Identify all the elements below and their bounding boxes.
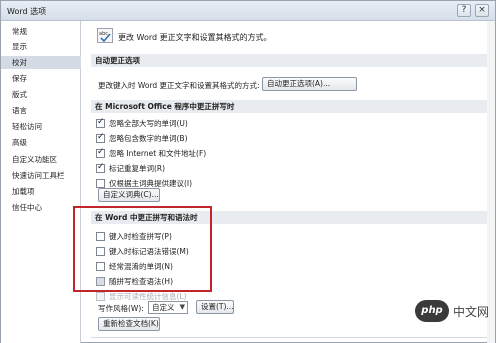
proofing-panel: abc 更改 Word 更正文字和设置其格式的方式。 自动更正选项 更改键入时 … — [82, 21, 496, 343]
sidebar-item-quick-access-toolbar[interactable]: 快速访问工具栏 — [1, 169, 81, 182]
ignore-uppercase-label: 忽略全部大写的单词(U) — [109, 119, 188, 128]
window-title: Word 选项 — [7, 7, 47, 16]
autocorrect-options-button[interactable]: 自动更正选项(A)... — [262, 77, 357, 91]
options-sidebar: 常规 显示 校对 保存 版式 语言 轻松访问 高级 自定义功能区 快速访问工具栏… — [1, 21, 81, 343]
php-logo: php — [415, 300, 449, 322]
sidebar-item-advanced[interactable]: 高级 — [1, 136, 81, 149]
ignore-uppercase-checkbox[interactable] — [96, 117, 105, 128]
autocorrect-section-heading: 自动更正选项 — [91, 54, 489, 67]
sidebar-item-addins[interactable]: 加载项 — [1, 185, 81, 198]
abc-check-icon: abc — [97, 28, 113, 43]
office-spelling-section-heading: 在 Microsoft Office 程序中更正拼写时 — [91, 100, 489, 113]
sidebar-item-proofing[interactable]: 校对 — [1, 56, 81, 69]
intro-text: 更改 Word 更正文字和设置其格式的方式。 — [118, 33, 272, 42]
sidebar-item-save[interactable]: 保存 — [1, 72, 81, 85]
custom-dictionaries-button[interactable]: 自定义词典(C)... — [98, 188, 160, 202]
sidebar-item-language[interactable]: 语言 — [1, 104, 81, 117]
svg-text:abc: abc — [99, 31, 108, 37]
sidebar-item-trust-center[interactable]: 信任中心 — [1, 201, 81, 214]
flag-repeated-label: 标记重复单词(R) — [109, 164, 166, 173]
highlight-annotation-box — [73, 206, 212, 292]
flag-repeated-checkbox[interactable] — [96, 162, 105, 173]
ignore-internet-label: 忽略 Internet 和文件地址(F) — [109, 149, 207, 158]
title-bar: Word 选项 ? × — [1, 1, 495, 21]
sidebar-item-customize-ribbon[interactable]: 自定义功能区 — [1, 153, 81, 166]
recheck-document-button[interactable]: 重新检查文档(K) — [98, 317, 160, 331]
main-dictionary-checkbox[interactable] — [96, 179, 105, 188]
writing-style-value: 自定义 — [152, 303, 175, 312]
sidebar-item-layout[interactable]: 版式 — [1, 88, 81, 101]
settings-button[interactable]: 设置(T)... — [196, 300, 234, 314]
vertical-scrollbar[interactable] — [487, 21, 495, 343]
chevron-down-icon: ▼ — [179, 303, 185, 311]
writing-style-label: 写作风格(W): — [98, 304, 144, 313]
sidebar-item-accessibility[interactable]: 轻松访问 — [1, 120, 81, 133]
ignore-numbers-label: 忽略包含数字的单词(B) — [109, 134, 188, 143]
autocorrect-description: 更改键入时 Word 更正文字和设置其格式的方式: — [98, 81, 260, 90]
help-button[interactable]: ? — [457, 4, 471, 17]
watermark-text: 中文网 — [453, 305, 490, 319]
word-options-window: Word 选项 ? × 常规 显示 校对 保存 版式 语言 轻松访问 高级 自定… — [0, 0, 496, 343]
writing-style-select[interactable]: 自定义 ▼ — [148, 301, 188, 314]
sidebar-item-display[interactable]: 显示 — [1, 40, 81, 53]
bottom-divider — [91, 337, 489, 338]
site-watermark: php 中文网 — [415, 300, 491, 324]
ignore-numbers-checkbox[interactable] — [96, 132, 105, 143]
close-button[interactable]: × — [475, 4, 489, 17]
readability-checkbox — [96, 292, 105, 301]
ignore-internet-checkbox[interactable] — [96, 147, 105, 158]
sidebar-item-general[interactable]: 常规 — [1, 25, 81, 38]
